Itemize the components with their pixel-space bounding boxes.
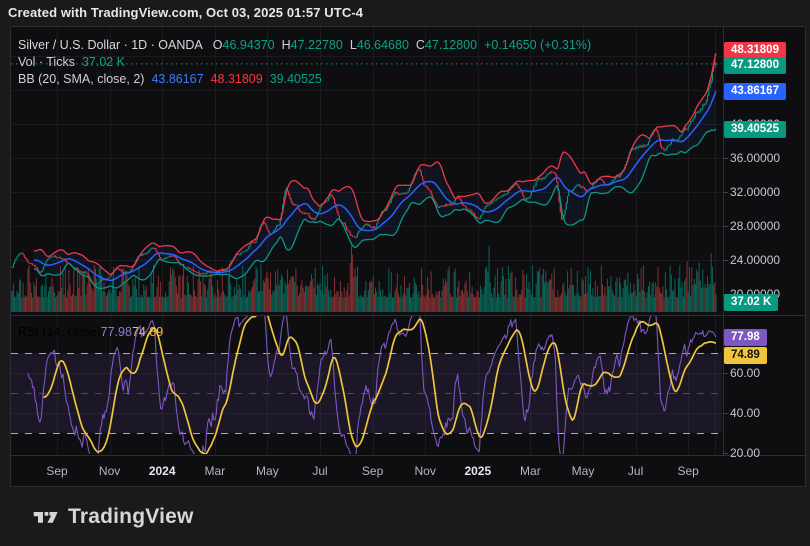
rsi-axis-label: 20.00 [730, 446, 761, 460]
time-axis-label: Mar [520, 464, 541, 478]
volume-label: Vol · Ticks [18, 55, 75, 69]
time-axis-label: Sep [677, 464, 699, 478]
bb-lower-value: 39.40525 [269, 72, 322, 86]
time-axis-label: Sep [46, 464, 68, 478]
rsi-label: RSI (14, close) [18, 325, 101, 339]
bb-basis-badge: 43.86167 [724, 82, 786, 100]
ohlc-close-label: C [415, 38, 425, 52]
time-axis-label: 2024 [148, 464, 176, 478]
axis-tick [723, 259, 728, 261]
price-axis-label: 28.00000 [730, 219, 781, 233]
axis-tick [723, 157, 728, 159]
bottom-brand-bar: TradingView [0, 487, 810, 546]
ohlc-open-label: O [212, 38, 223, 52]
price-axis-label: 32.00000 [730, 185, 781, 199]
bb-basis-value: 43.86167 [151, 72, 204, 86]
bb-lower-badge: 39.40525 [724, 120, 786, 138]
last-price-badge: 47.12800 [724, 56, 786, 74]
axis-tick [723, 225, 728, 227]
time-axis-label: Nov [98, 464, 121, 478]
axis-tick [723, 452, 728, 454]
time-axis-label: Jul [312, 464, 328, 478]
rsi-axis-label: 40.00 [730, 406, 761, 420]
time-axis-label: Jul [627, 464, 644, 478]
axis-tick [723, 412, 728, 414]
price-axis-label: 24.00000 [730, 253, 781, 267]
ohlc-open-value: 46.94370 [222, 38, 275, 52]
time-axis-label: Nov [414, 464, 436, 478]
ohlc-high-value: 47.22780 [290, 38, 343, 52]
ohlc-high-label: H [281, 38, 291, 52]
attribution-text: Created with TradingView.com, Oct 03, 20… [8, 5, 364, 20]
brand-name: TradingView [68, 504, 194, 528]
main-legend: Silver / U.S. Dollar · 1D · OANDA O46.943… [18, 37, 591, 88]
time-axis-label: 2025 [464, 464, 492, 478]
tradingview-logo-icon [33, 511, 58, 523]
change-value: +0.14650 (+0.31%) [484, 38, 592, 52]
tradingview-logo-link[interactable]: TradingView [32, 505, 194, 529]
rsi-ma-badge: 74.89 [724, 346, 767, 364]
ohlc-close-value: 47.12800 [424, 38, 478, 52]
rsi-value-badge: 77.98 [724, 329, 767, 346]
rsi-legend-row[interactable]: RSI (14, close)77.9874.89 [18, 324, 163, 340]
time-axis-label: May [571, 464, 595, 478]
ohlc-low-label: L [349, 38, 357, 52]
time-axis-label: May [256, 464, 279, 478]
time-axis-label: Sep [361, 464, 384, 478]
bb-label: BB (20, SMA, close, 2) [18, 72, 145, 86]
rsi-axis-label: 60.00 [730, 366, 761, 380]
symbol-title: Silver / U.S. Dollar · 1D · OANDA [18, 38, 203, 52]
volume-legend-row[interactable]: Vol · Ticks 37.02 K [18, 54, 591, 70]
axis-tick [723, 372, 728, 374]
bb-legend-row[interactable]: BB (20, SMA, close, 2) 43.86167 48.31809 39… [18, 71, 591, 87]
bb-upper-value: 48.31809 [210, 72, 263, 86]
rsi-value: 77.98 [100, 325, 132, 339]
symbol-legend-row[interactable]: Silver / U.S. Dollar · 1D · OANDA O46.943… [18, 37, 591, 53]
axis-tick [723, 191, 728, 193]
price-axis-label: 36.00000 [730, 151, 781, 165]
ohlc-low-value: 46.64680 [356, 38, 409, 52]
volume-value: 37.02 K [81, 55, 126, 69]
volume-badge: 37.02 K [724, 293, 779, 311]
time-axis-label: Mar [204, 464, 226, 478]
rsi-ma-value: 74.89 [131, 325, 164, 339]
